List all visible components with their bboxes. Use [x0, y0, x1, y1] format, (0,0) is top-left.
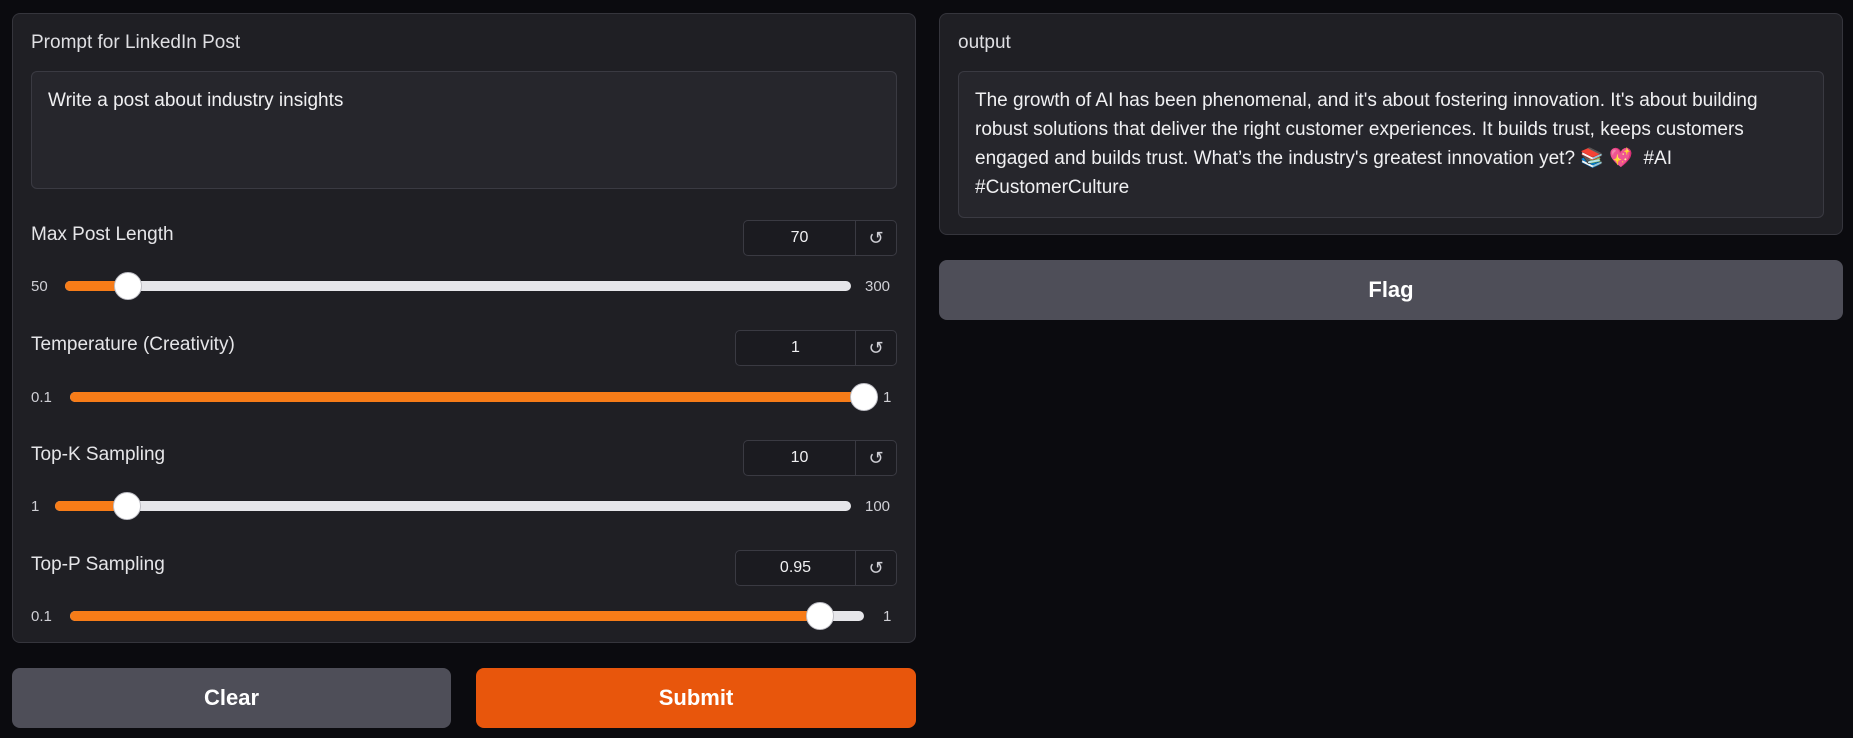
temperature-number-input[interactable]: 1 ↺ — [735, 330, 897, 366]
top-p-slider[interactable] — [70, 602, 864, 630]
top-k-value[interactable]: 10 — [744, 441, 855, 475]
top-k-number-input[interactable]: 10 ↺ — [743, 440, 897, 476]
prompt-input[interactable]: Write a post about industry insights — [31, 71, 897, 189]
max-post-length-label: Max Post Length — [31, 224, 174, 245]
temperature-min: 0.1 — [31, 389, 52, 406]
reset-icon[interactable]: ↺ — [855, 551, 896, 585]
max-post-length-number-input[interactable]: 70 ↺ — [743, 220, 897, 256]
flag-button[interactable]: Flag — [939, 260, 1843, 320]
reset-icon[interactable]: ↺ — [855, 441, 896, 475]
temperature-value[interactable]: 1 — [736, 331, 855, 365]
top-k-label: Top-K Sampling — [31, 444, 166, 465]
reset-icon[interactable]: ↺ — [855, 221, 896, 255]
top-p-max: 1 — [883, 608, 892, 625]
temperature-max: 1 — [883, 389, 892, 406]
submit-button[interactable]: Submit — [476, 668, 916, 728]
temperature-label: Temperature (Creativity) — [31, 334, 235, 355]
clear-button[interactable]: Clear — [12, 668, 451, 728]
top-k-slider[interactable] — [55, 492, 851, 520]
output-label: output — [958, 32, 1011, 53]
prompt-label: Prompt for LinkedIn Post — [31, 32, 241, 53]
max-post-length-max: 300 — [865, 278, 891, 295]
output-textbox[interactable]: The growth of AI has been phenomenal, an… — [958, 71, 1824, 218]
slider-fill — [70, 611, 820, 621]
temperature-slider[interactable] — [70, 383, 878, 411]
reset-icon[interactable]: ↺ — [855, 331, 896, 365]
top-k-max: 100 — [865, 498, 891, 515]
slider-thumb[interactable] — [805, 602, 834, 630]
max-post-length-slider[interactable] — [65, 272, 851, 300]
max-post-length-value[interactable]: 70 — [744, 221, 855, 255]
slider-thumb[interactable] — [113, 272, 142, 300]
top-p-value[interactable]: 0.95 — [736, 551, 855, 585]
slider-thumb[interactable] — [850, 383, 878, 411]
max-post-length-min: 50 — [31, 278, 48, 295]
slider-fill — [70, 392, 864, 402]
slider-thumb[interactable] — [113, 492, 142, 520]
top-p-min: 0.1 — [31, 608, 52, 625]
top-p-number-input[interactable]: 0.95 ↺ — [735, 550, 897, 586]
input-panel: Prompt for LinkedIn Post Write a post ab… — [12, 13, 916, 643]
top-p-label: Top-P Sampling — [31, 554, 165, 575]
top-k-min: 1 — [31, 498, 40, 515]
output-panel: output The growth of AI has been phenome… — [939, 13, 1843, 235]
